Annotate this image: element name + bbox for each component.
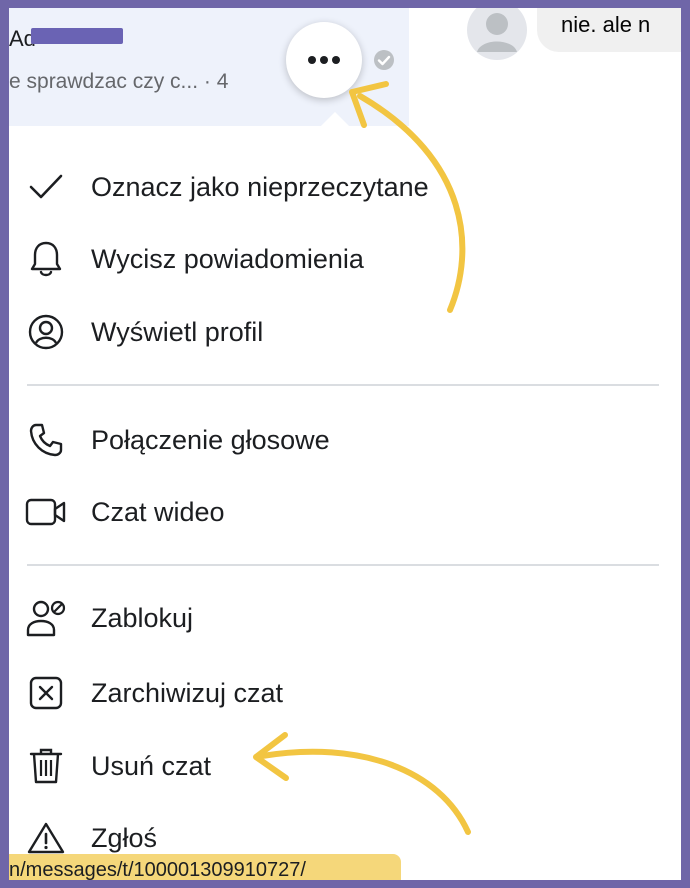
block-user-icon	[23, 595, 69, 641]
sent-check-icon	[374, 50, 394, 70]
menu-item-label: Zarchiwizuj czat	[91, 677, 284, 708]
menu-pointer	[321, 112, 349, 126]
menu-item-archive[interactable]: Zarchiwizuj czat	[9, 663, 681, 723]
menu-item-view-profile[interactable]: Wyświetl profil	[9, 302, 681, 362]
menu-item-label: Wyświetl profil	[91, 316, 264, 347]
more-dots-icon	[308, 56, 340, 64]
menu-item-voice-call[interactable]: Połączenie głosowe	[9, 410, 681, 470]
chat-list-item[interactable]: Ad e sprawdzac czy c... · 4	[9, 8, 409, 126]
menu-divider	[27, 384, 659, 386]
menu-item-video-chat[interactable]: Czat wideo	[9, 482, 681, 542]
menu-item-label: Usuń czat	[91, 750, 212, 781]
chat-preview-time: · 4	[203, 70, 229, 93]
menu-item-label: Zablokuj	[91, 602, 194, 633]
video-icon	[23, 489, 69, 535]
status-url-bar: n/messages/t/100001309910727/	[9, 854, 401, 880]
checkmark-icon	[23, 164, 69, 210]
message-text: nie. ale n	[561, 12, 651, 37]
conversation-pane: nie. ale n	[437, 8, 681, 126]
menu-item-block[interactable]: Zablokuj	[9, 588, 681, 648]
pane-divider	[409, 8, 437, 126]
redacted-name	[31, 28, 123, 44]
archive-x-icon	[23, 670, 69, 716]
menu-item-label: Oznacz jako nieprzeczytane	[91, 171, 429, 202]
menu-item-label: Czat wideo	[91, 496, 225, 527]
menu-item-label: Wycisz powiadomienia	[91, 243, 364, 274]
screenshot-frame: Ad e sprawdzac czy c... · 4 nie. ale n O…	[9, 8, 681, 880]
menu-item-label: Zgłoś	[91, 822, 158, 853]
profile-icon	[23, 309, 69, 355]
menu-item-delete-chat[interactable]: Usuń czat	[9, 736, 681, 796]
context-menu: Oznacz jako nieprzeczytane Wycisz powiad…	[9, 112, 681, 880]
avatar	[467, 8, 527, 60]
menu-item-mark-unread[interactable]: Oznacz jako nieprzeczytane	[9, 157, 681, 217]
menu-item-label: Połączenie głosowe	[91, 424, 330, 455]
phone-icon	[23, 417, 69, 463]
menu-divider	[27, 564, 659, 566]
chat-preview-text: e sprawdzac czy c...	[9, 70, 199, 93]
more-options-button[interactable]	[286, 22, 362, 98]
trash-icon	[23, 743, 69, 789]
bell-icon	[23, 236, 69, 282]
chat-preview: e sprawdzac czy c... · 4	[9, 70, 228, 94]
menu-item-mute[interactable]: Wycisz powiadomienia	[9, 229, 681, 289]
